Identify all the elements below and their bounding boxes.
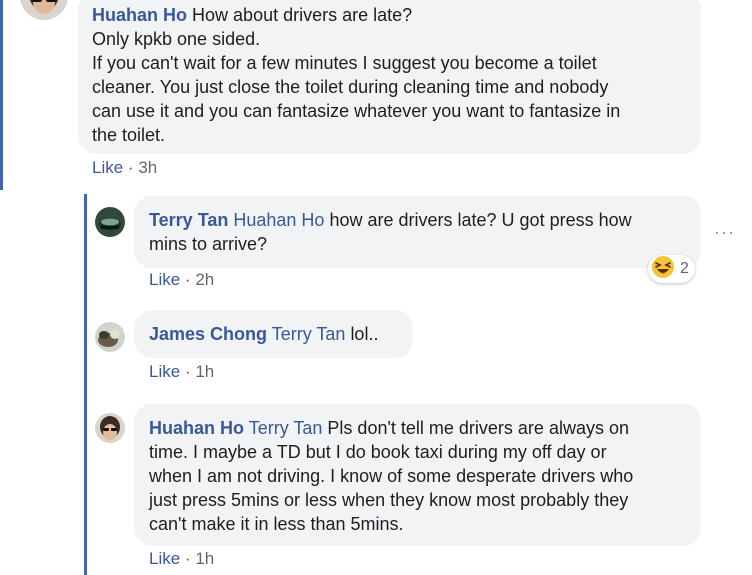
comment-first-line: Terry Tan Huahan Ho how are drivers late…	[149, 208, 686, 232]
comment-bubble: Huahan Ho Terry Tan Pls don't tell me dr…	[134, 404, 701, 546]
separator: ·	[184, 362, 191, 381]
mention-link[interactable]: Terry Tan	[249, 418, 323, 438]
comment-actions: Like · 1h	[149, 549, 214, 569]
avatar[interactable]	[20, 0, 68, 20]
comment-author[interactable]: James Chong	[149, 324, 267, 344]
timestamp[interactable]: 2h	[195, 270, 214, 289]
comment-first-line: James Chong Terry Tan lol..	[149, 322, 398, 346]
comment-author[interactable]: Huahan Ho	[149, 418, 244, 438]
timestamp[interactable]: 3h	[138, 158, 157, 177]
comment-bubble: Huahan Ho How about drivers are late? On…	[78, 0, 701, 154]
avatar[interactable]	[95, 413, 125, 443]
comment-text: How about drivers are late?	[192, 5, 413, 25]
like-button[interactable]: Like	[149, 362, 180, 381]
timestamp[interactable]: 1h	[195, 549, 214, 568]
comment-text: mins to arrive?	[149, 234, 268, 254]
comment-actions: Like · 1h	[149, 362, 214, 382]
mention-link[interactable]: Terry Tan	[272, 324, 346, 344]
mention-link[interactable]: Huahan Ho	[233, 210, 324, 230]
comment-text: when I am not driving. I know of some de…	[149, 466, 634, 486]
comment-author[interactable]: Terry Tan	[149, 210, 228, 230]
comment-first-line: Huahan Ho How about drivers are late?	[92, 3, 687, 27]
comment-actions: Like · 3h	[92, 158, 157, 178]
comment-actions: Like · 2h	[149, 270, 214, 290]
separator: ·	[184, 270, 191, 289]
comment-text: how are drivers late? U got press how	[329, 210, 632, 230]
avatar[interactable]	[95, 207, 125, 237]
comment-text: the toilet.	[92, 125, 166, 145]
comment-text: Only kpkb one sided.	[92, 29, 261, 49]
reaction-count: 2	[680, 260, 689, 277]
timestamp[interactable]: 1h	[195, 362, 214, 381]
comment-text: can't make it in less than 5mins.	[149, 514, 404, 534]
comment-text: lol..	[350, 324, 379, 344]
comment-text: If you can't wait for a few minutes I su…	[92, 53, 597, 73]
like-button[interactable]: Like	[149, 270, 180, 289]
separator: ·	[127, 158, 134, 177]
comment-author[interactable]: Huahan Ho	[92, 5, 187, 25]
thread-line-top	[0, 0, 3, 190]
like-button[interactable]: Like	[149, 549, 180, 568]
comment-bubble: James Chong Terry Tan lol..	[134, 310, 413, 358]
separator: ·	[184, 549, 191, 568]
avatar[interactable]	[95, 322, 125, 352]
thread-line-replies	[84, 194, 87, 575]
like-button[interactable]: Like	[92, 158, 123, 177]
reaction-badge[interactable]: 2	[648, 255, 695, 283]
comment-text: can use it and you can fantasize whateve…	[92, 101, 621, 121]
comment-first-line: Huahan Ho Terry Tan Pls don't tell me dr…	[149, 416, 686, 440]
comment-text: Pls don't tell me drivers are always on	[327, 418, 629, 438]
more-options-icon[interactable]: ···	[714, 222, 735, 243]
comment-text: just press 5mins or less when they know …	[149, 490, 629, 510]
comment-text: time. I maybe a TD but I do book taxi du…	[149, 442, 607, 462]
laughing-emoji-icon	[651, 255, 675, 284]
comment-text: cleaner. You just close the toilet durin…	[92, 77, 609, 97]
comment-bubble: Terry Tan Huahan Ho how are drivers late…	[134, 196, 701, 268]
